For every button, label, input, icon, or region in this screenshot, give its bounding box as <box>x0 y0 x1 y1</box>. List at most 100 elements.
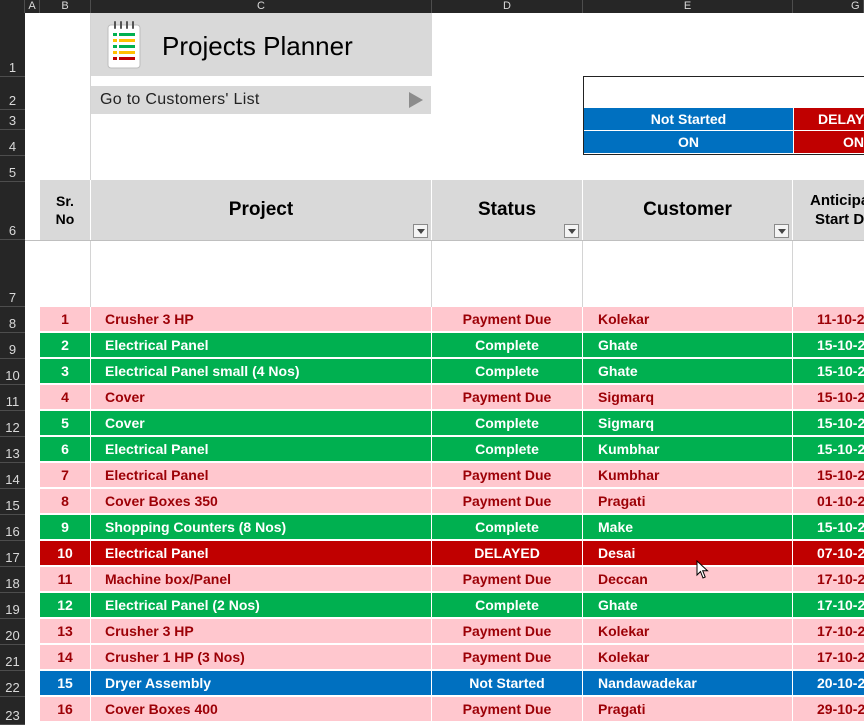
cell-anticipated-start[interactable]: 17-10-2 <box>793 645 864 669</box>
cell-project[interactable]: Crusher 1 HP (3 Nos) <box>91 645 432 669</box>
row-header[interactable]: 23 <box>0 697 25 725</box>
cell-anticipated-start[interactable]: 15-10-2 <box>793 463 864 487</box>
cell-project[interactable]: Cover Boxes 400 <box>91 697 432 721</box>
row-header[interactable]: 6 <box>0 182 25 240</box>
cell-sr-no[interactable]: 15 <box>40 671 91 695</box>
cell-sr-no[interactable]: 8 <box>40 489 91 513</box>
filter-dropdown-icon[interactable] <box>564 224 579 238</box>
header-anticipated-start[interactable]: Anticipa Start D <box>793 180 864 240</box>
column-header-a[interactable]: A <box>25 0 40 13</box>
cell-project[interactable]: Crusher 3 HP <box>91 307 432 331</box>
header-status[interactable]: Status <box>432 180 583 240</box>
cell-status[interactable]: Not Started <box>432 671 583 695</box>
cell-project[interactable]: Electrical Panel <box>91 541 432 565</box>
cell-sr-no[interactable]: 16 <box>40 697 91 721</box>
row-header[interactable]: 15 <box>0 489 25 515</box>
row-header[interactable]: 18 <box>0 567 25 593</box>
header-customer[interactable]: Customer <box>583 180 793 240</box>
row-header[interactable]: 2 <box>0 77 25 110</box>
legend-delayed[interactable]: DELAYE <box>794 108 864 130</box>
cell-status[interactable]: Payment Due <box>432 645 583 669</box>
table-row[interactable]: 9 Shopping Counters (8 Nos) Complete Make 15… <box>40 515 864 540</box>
column-header-d[interactable]: D <box>432 0 583 13</box>
cell-customer[interactable]: Kumbhar <box>583 437 793 461</box>
legend-not-started-toggle[interactable]: ON <box>584 131 793 153</box>
cell-status[interactable]: Complete <box>432 359 583 383</box>
cell-anticipated-start[interactable]: 15-10-2 <box>793 515 864 539</box>
row-header[interactable]: 1 <box>0 13 25 77</box>
table-row[interactable]: 12 Electrical Panel (2 Nos) Complete Ghate 1… <box>40 593 864 618</box>
cell-customer[interactable]: Ghate <box>583 333 793 357</box>
cell-customer[interactable]: Make <box>583 515 793 539</box>
row-header[interactable]: 7 <box>0 240 25 307</box>
select-all-corner[interactable] <box>0 0 25 13</box>
row-header[interactable]: 12 <box>0 411 25 437</box>
cell-status[interactable]: Payment Due <box>432 385 583 409</box>
cell-customer[interactable]: Deccan <box>583 567 793 591</box>
row-header[interactable]: 11 <box>0 385 25 411</box>
cell-anticipated-start[interactable]: 15-10-2 <box>793 333 864 357</box>
table-row[interactable]: 16 Cover Boxes 400 Payment Due Pragati 29-10… <box>40 697 864 722</box>
cell-project[interactable]: Machine box/Panel <box>91 567 432 591</box>
cell-project[interactable]: Shopping Counters (8 Nos) <box>91 515 432 539</box>
cell-project[interactable]: Electrical Panel <box>91 333 432 357</box>
cell-anticipated-start[interactable]: 20-10-2 <box>793 671 864 695</box>
cell-customer[interactable]: Pragati <box>583 697 793 721</box>
cell-status[interactable]: Payment Due <box>432 307 583 331</box>
cell-status[interactable]: Complete <box>432 593 583 617</box>
cell-customer[interactable]: Nandawadekar <box>583 671 793 695</box>
cell-status[interactable]: Payment Due <box>432 463 583 487</box>
goto-customers-list-button[interactable]: Go to Customers' List <box>91 86 431 114</box>
cell-status[interactable]: DELAYED <box>432 541 583 565</box>
cell-anticipated-start[interactable]: 11-10-2 <box>793 307 864 331</box>
cell-sr-no[interactable]: 7 <box>40 463 91 487</box>
filter-dropdown-icon[interactable] <box>774 224 789 238</box>
cell-project[interactable]: Cover Boxes 350 <box>91 489 432 513</box>
row-header[interactable]: 9 <box>0 333 25 359</box>
row-header[interactable]: 16 <box>0 515 25 541</box>
cell-status[interactable]: Payment Due <box>432 619 583 643</box>
column-header-b[interactable]: B <box>40 0 91 13</box>
row-header[interactable]: 14 <box>0 463 25 489</box>
cell-project[interactable]: Crusher 3 HP <box>91 619 432 643</box>
cell-project[interactable]: Electrical Panel <box>91 437 432 461</box>
row-header[interactable]: 8 <box>0 307 25 333</box>
cell-customer[interactable]: Kolekar <box>583 619 793 643</box>
row-header[interactable]: 17 <box>0 541 25 567</box>
table-row[interactable]: 4 Cover Payment Due Sigmarq 15-10-2 <box>40 385 864 410</box>
table-row[interactable]: 11 Machine box/Panel Payment Due Deccan 17-1… <box>40 567 864 592</box>
table-row[interactable]: 14 Crusher 1 HP (3 Nos) Payment Due Kolekar… <box>40 645 864 670</box>
cell-customer[interactable]: Kolekar <box>583 307 793 331</box>
cell-sr-no[interactable]: 10 <box>40 541 91 565</box>
cell-sr-no[interactable]: 11 <box>40 567 91 591</box>
cell-sr-no[interactable]: 14 <box>40 645 91 669</box>
cell-project[interactable]: Electrical Panel (2 Nos) <box>91 593 432 617</box>
row-header[interactable]: 20 <box>0 619 25 645</box>
header-sr-no[interactable]: Sr. No <box>40 180 91 240</box>
cell-sr-no[interactable]: 4 <box>40 385 91 409</box>
row-header[interactable]: 22 <box>0 671 25 697</box>
cell-status[interactable]: Payment Due <box>432 697 583 721</box>
cell-sr-no[interactable]: 12 <box>40 593 91 617</box>
cell-customer[interactable]: Kolekar <box>583 645 793 669</box>
cell-anticipated-start[interactable]: 17-10-2 <box>793 593 864 617</box>
table-row[interactable]: 5 Cover Complete Sigmarq 15-10-2 <box>40 411 864 436</box>
row-header[interactable]: 21 <box>0 645 25 671</box>
cell-status[interactable]: Complete <box>432 515 583 539</box>
cell-anticipated-start[interactable]: 07-10-2 <box>793 541 864 565</box>
cell-sr-no[interactable]: 5 <box>40 411 91 435</box>
cell-customer[interactable]: Sigmarq <box>583 411 793 435</box>
table-row[interactable]: 1 Crusher 3 HP Payment Due Kolekar 11-10-2 <box>40 307 864 332</box>
table-row[interactable]: 3 Electrical Panel small (4 Nos) Complete G… <box>40 359 864 384</box>
cell-sr-no[interactable]: 6 <box>40 437 91 461</box>
filter-dropdown-icon[interactable] <box>413 224 428 238</box>
cell-status[interactable]: Payment Due <box>432 567 583 591</box>
cell-project[interactable]: Dryer Assembly <box>91 671 432 695</box>
cell-customer[interactable]: Pragati <box>583 489 793 513</box>
header-project[interactable]: Project <box>91 180 432 240</box>
cell-customer[interactable]: Ghate <box>583 593 793 617</box>
row-header[interactable]: 13 <box>0 437 25 463</box>
cell-anticipated-start[interactable]: 17-10-2 <box>793 567 864 591</box>
cell-sr-no[interactable]: 1 <box>40 307 91 331</box>
cell-project[interactable]: Electrical Panel <box>91 463 432 487</box>
